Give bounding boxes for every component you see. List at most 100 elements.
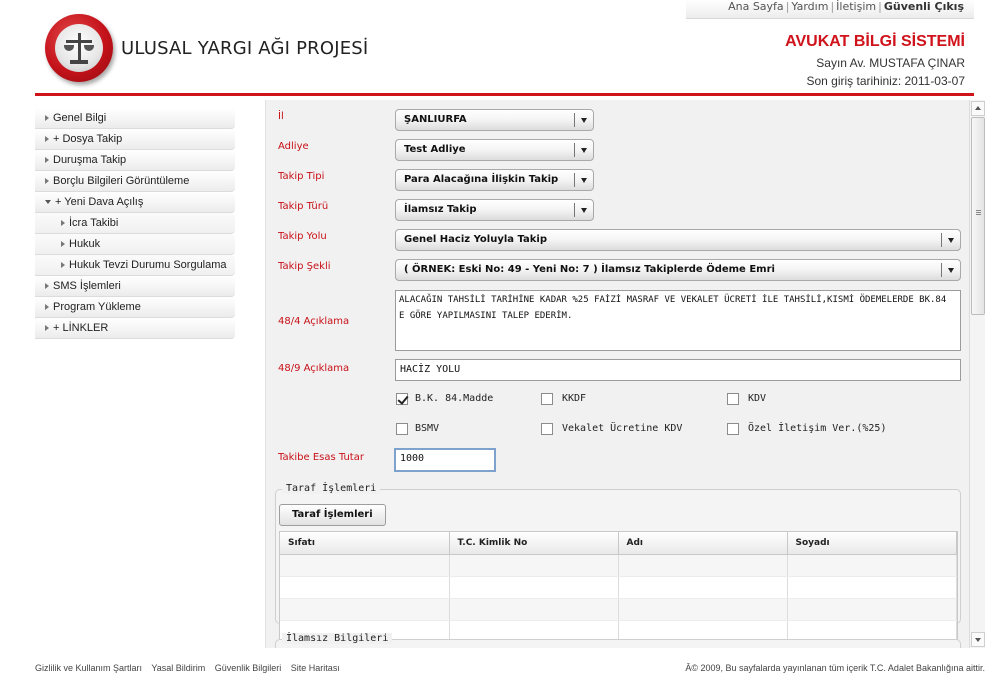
sidebar-item-hukuk-tevzi[interactable]: Hukuk Tevzi Durumu Sorgulama — [35, 255, 235, 276]
grip-icon — [976, 210, 981, 211]
separator: | — [830, 0, 835, 13]
column-header-soyadi[interactable]: Soyadı — [787, 532, 957, 555]
header-divider — [35, 93, 974, 96]
app-title: AVUKAT BİLGİ SİSTEMİ — [785, 33, 965, 50]
chevron-right-icon — [45, 283, 49, 290]
help-link[interactable]: Yardım — [791, 0, 828, 13]
il-select-value: ŞANLIURFA — [404, 114, 467, 125]
kdv-label: KDV — [748, 393, 767, 404]
takibe-esas-tutar-label: Takibe Esas Tutar — [278, 452, 364, 463]
takip-turu-label: Takip Türü — [278, 201, 329, 212]
arrow-up-icon — [975, 106, 981, 110]
ilamsiz-bilgileri-fieldset: İlamsız Bilgileri — [275, 633, 961, 648]
arrow-down-icon — [975, 638, 981, 642]
bsmv-checkbox[interactable] — [396, 423, 408, 435]
footer-link-site-haritasi[interactable]: Site Haritası — [291, 663, 340, 673]
column-header-tc-kimlik[interactable]: T.C. Kimlik No — [449, 532, 619, 555]
scales-of-justice-icon — [55, 24, 103, 72]
home-link[interactable]: Ana Sayfa — [728, 0, 784, 13]
taraf-grid: Sıfatı T.C. Kimlik No Adı Soyadı — [279, 531, 958, 644]
table-cell — [787, 576, 957, 599]
sidebar-item-label: İcra Takibi — [69, 217, 119, 229]
sidebar-item-linkler[interactable]: + LİNKLER — [35, 318, 235, 339]
chevron-right-icon — [61, 241, 65, 248]
aciklama-48-4-label: 48/4 Açıklama — [278, 316, 350, 327]
sidebar-item-borclu-bilgileri[interactable]: Borçlu Bilgileri Görüntüleme — [35, 171, 235, 192]
bsmv-label: BSMV — [415, 423, 440, 434]
kdv-checkbox[interactable] — [727, 393, 739, 405]
adliye-label: Adliye — [278, 141, 309, 152]
takip-yolu-select-value: Genel Haciz Yoluyla Takip — [404, 234, 548, 245]
sidebar-item-dosya-takip[interactable]: + Dosya Takip — [35, 129, 235, 150]
takip-turu-select-value: İlamsız Takip — [404, 204, 477, 215]
takibe-esas-tutar-input[interactable]: 1000 — [394, 448, 496, 472]
sidebar-item-yeni-dava-acilis[interactable]: + Yeni Dava Açılış — [35, 192, 235, 213]
sidebar-nav: Genel Bilgi + Dosya Takip Duruşma Takip … — [35, 108, 235, 339]
footer-link-guvenlik[interactable]: Güvenlik Bilgileri — [215, 663, 282, 673]
chevron-down-icon — [581, 148, 587, 153]
sidebar-item-label: + Dosya Takip — [53, 133, 123, 145]
takip-yolu-label: Takip Yolu — [278, 231, 327, 242]
scroll-up-button[interactable] — [971, 101, 985, 116]
takip-sekli-label: Takip Şekli — [278, 261, 331, 272]
ilamsiz-bilgileri-legend: İlamsız Bilgileri — [282, 633, 393, 644]
sidebar-item-genel-bilgi[interactable]: Genel Bilgi — [35, 108, 235, 129]
scroll-down-button[interactable] — [971, 632, 985, 647]
separator: | — [878, 0, 882, 13]
il-select[interactable]: ŞANLIURFA — [395, 109, 594, 131]
adliye-select-value: Test Adliye — [404, 144, 466, 155]
chevron-right-icon — [45, 136, 49, 143]
select-divider — [941, 263, 942, 277]
takip-sekli-select[interactable]: ( ÖRNEK: Eski No: 49 - Yeni No: 7 ) İlam… — [395, 259, 961, 281]
ozel-iletisim-checkbox[interactable] — [727, 423, 739, 435]
sidebar-item-hukuk[interactable]: Hukuk — [35, 234, 235, 255]
table-cell — [280, 576, 450, 599]
column-header-adi[interactable]: Adı — [618, 532, 788, 555]
sidebar-item-program-yukleme[interactable]: Program Yükleme — [35, 297, 235, 318]
table-row[interactable] — [280, 576, 957, 599]
chevron-down-icon — [581, 118, 587, 123]
bk-84-madde-checkbox[interactable] — [396, 393, 408, 405]
scroll-thumb[interactable] — [971, 117, 985, 315]
main-form-panel: İl ŞANLIURFA Adliye Test Adliye Takip Ti… — [265, 100, 970, 648]
ozel-iletisim-label: Özel İletişim Ver.(%25) — [748, 423, 887, 434]
table-cell — [449, 598, 619, 621]
sidebar-item-label: Hukuk Tevzi Durumu Sorgulama — [69, 259, 227, 271]
footer-link-gizlilik[interactable]: Gizlilik ve Kullanım Şartları — [35, 663, 142, 673]
sidebar-item-sms-islemleri[interactable]: SMS İşlemleri — [35, 276, 235, 297]
vekalet-kdv-label: Vekalet Ücretine KDV — [562, 423, 683, 434]
user-greeting: Sayın Av. MUSTAFA ÇINAR — [816, 56, 965, 70]
kkdf-checkbox[interactable] — [541, 393, 553, 405]
chevron-right-icon — [45, 157, 49, 164]
select-divider — [574, 143, 575, 157]
table-row[interactable] — [280, 598, 957, 621]
chevron-down-icon — [948, 268, 954, 273]
footer-links: Gizlilik ve Kullanım Şartları Yasal Bild… — [35, 663, 347, 673]
sidebar-item-icra-takibi[interactable]: İcra Takibi — [35, 213, 235, 234]
taraf-islemleri-button[interactable]: Taraf İşlemleri — [279, 504, 386, 526]
sidebar-item-label: Duruşma Takip — [53, 154, 127, 166]
sidebar-item-label: + Yeni Dava Açılış — [55, 196, 144, 208]
takip-yolu-select[interactable]: Genel Haciz Yoluyla Takip — [395, 229, 961, 251]
footer-link-yasal[interactable]: Yasal Bildirim — [151, 663, 205, 673]
select-divider — [574, 113, 575, 127]
chevron-right-icon — [61, 262, 65, 269]
table-row[interactable] — [280, 554, 957, 577]
takip-tipi-label: Takip Tipi — [278, 171, 325, 182]
sidebar-item-durusma-takip[interactable]: Duruşma Takip — [35, 150, 235, 171]
takip-tipi-select[interactable]: Para Alacağına İlişkin Takip — [395, 169, 594, 191]
vekalet-kdv-checkbox[interactable] — [541, 423, 553, 435]
adliye-select[interactable]: Test Adliye — [395, 139, 594, 161]
takip-turu-select[interactable]: İlamsız Takip — [395, 199, 594, 221]
aciklama-48-9-input[interactable]: HACİZ YOLU — [395, 359, 961, 381]
column-header-sifati[interactable]: Sıfatı — [280, 532, 450, 555]
aciklama-48-9-label: 48/9 Açıklama — [278, 363, 350, 374]
sidebar-item-label: + LİNKLER — [53, 322, 109, 334]
chevron-down-icon — [45, 199, 51, 204]
logout-link[interactable]: Güvenli Çıkış — [884, 0, 964, 13]
chevron-right-icon — [45, 304, 49, 311]
contact-link[interactable]: İletişim — [836, 0, 876, 13]
top-links: Ana Sayfa | Yardım | İletişim | Güvenli Çıkış — [686, 0, 974, 19]
aciklama-48-4-textarea[interactable]: ALACAĞIN TAHSİLİ TARİHİNE KADAR %25 FAİZ… — [395, 290, 961, 351]
vertical-scrollbar[interactable] — [969, 100, 985, 648]
